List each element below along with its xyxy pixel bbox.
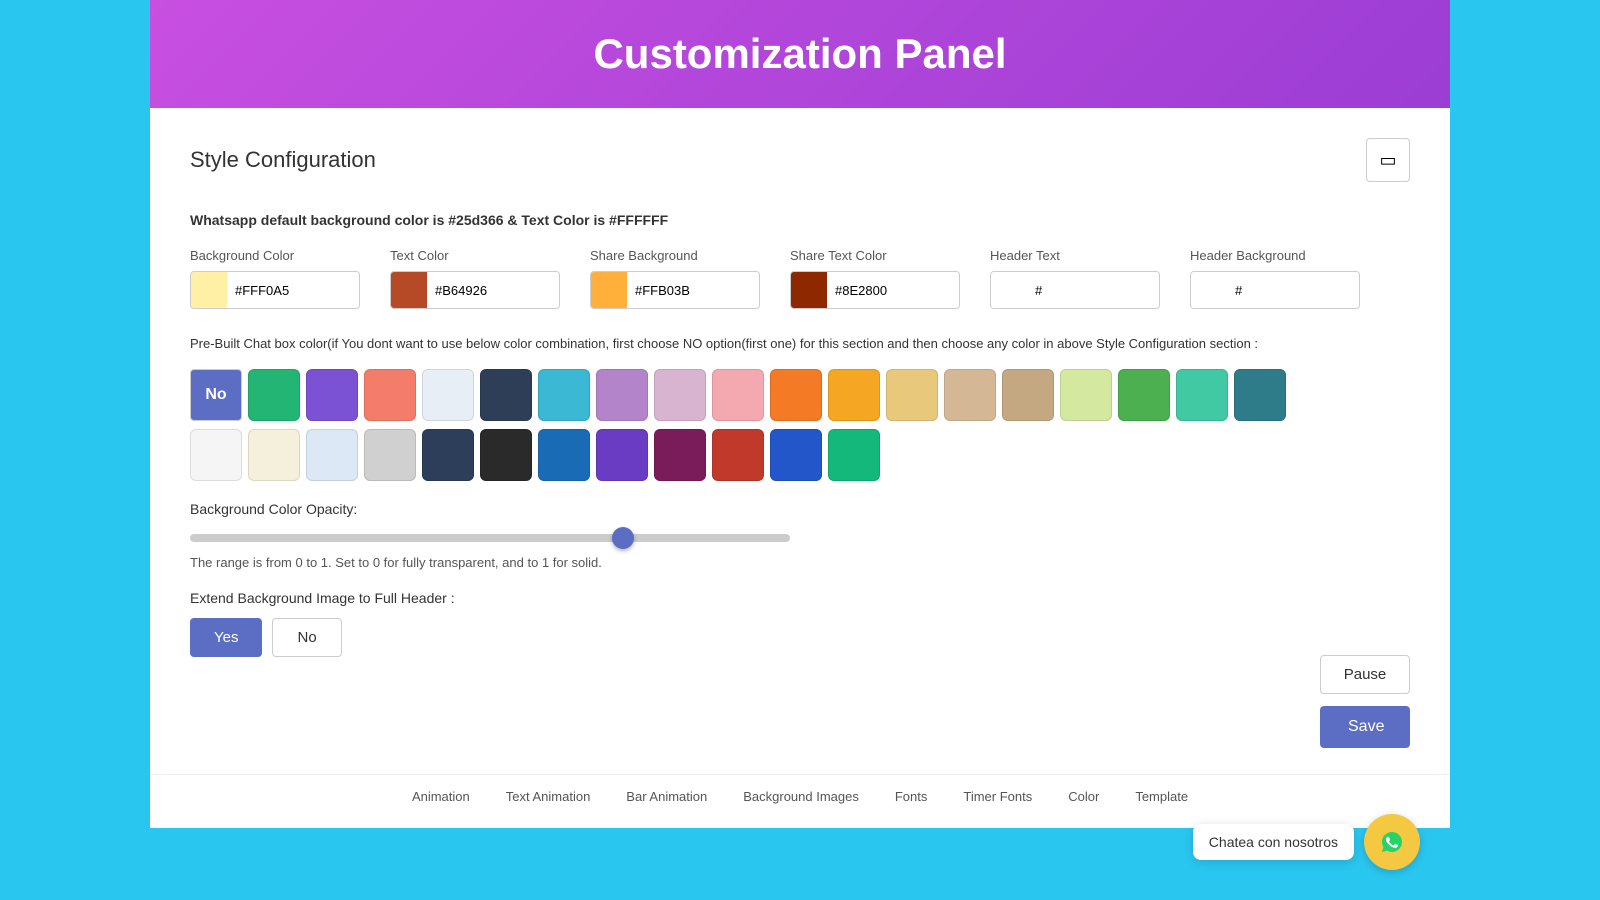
palette-btn-palette-row-2-7[interactable]	[596, 429, 648, 481]
palette-btn-palette-row-2-0[interactable]	[190, 429, 242, 481]
whatsapp-chat-widget: Chatea con nosotros	[1193, 814, 1420, 870]
color-input-wrapper-2	[590, 271, 760, 309]
header-banner: Customization Panel	[150, 0, 1450, 108]
bottom-nav-item-5[interactable]: Timer Fonts	[955, 785, 1040, 808]
palette-btn-palette-row-2-3[interactable]	[364, 429, 416, 481]
color-swatch-4[interactable]	[991, 272, 1027, 308]
palette-btn-palette-row-2-2[interactable]	[306, 429, 358, 481]
palette-btn-palette-row-1-18[interactable]	[1234, 369, 1286, 421]
color-field-label-0: Background Color	[190, 248, 360, 263]
main-panel: Style Configuration ▭ Whatsapp default b…	[150, 108, 1450, 828]
color-field-label-3: Share Text Color	[790, 248, 960, 263]
color-swatch-1[interactable]	[391, 272, 427, 308]
prebuilt-info: Pre-Built Chat box color(if You dont wan…	[190, 334, 1290, 354]
color-text-input-1[interactable]	[427, 272, 560, 308]
extend-section: Extend Background Image to Full Header :…	[190, 590, 1410, 657]
color-text-input-2[interactable]	[627, 272, 760, 308]
palette-btn-palette-row-1-10[interactable]	[770, 369, 822, 421]
color-field-group-0: Background Color	[190, 248, 360, 309]
color-text-input-0[interactable]	[227, 272, 360, 308]
palette-btn-palette-row-1-0[interactable]: No	[190, 369, 242, 421]
yes-button[interactable]: Yes	[190, 618, 262, 657]
color-text-input-4[interactable]	[1027, 272, 1160, 308]
palette-btn-palette-row-1-8[interactable]	[654, 369, 706, 421]
palette-row-2	[190, 429, 1410, 481]
color-input-wrapper-0	[190, 271, 360, 309]
opacity-label: Background Color Opacity:	[190, 501, 1410, 517]
opacity-section: Background Color Opacity: The range is f…	[190, 501, 1410, 570]
device-icon: ▭	[1379, 150, 1396, 171]
color-input-wrapper-3	[790, 271, 960, 309]
palette-btn-palette-row-1-4[interactable]	[422, 369, 474, 421]
bottom-nav-item-3[interactable]: Background Images	[735, 785, 867, 808]
palette-btn-palette-row-1-13[interactable]	[944, 369, 996, 421]
palette-btn-palette-row-2-5[interactable]	[480, 429, 532, 481]
color-field-label-4: Header Text	[990, 248, 1160, 263]
palette-btn-palette-row-2-9[interactable]	[712, 429, 764, 481]
color-field-group-1: Text Color	[390, 248, 560, 309]
color-swatch-0[interactable]	[191, 272, 227, 308]
whatsapp-info: Whatsapp default background color is #25…	[190, 212, 1410, 228]
palette-btn-palette-row-1-17[interactable]	[1176, 369, 1228, 421]
palette-btn-palette-row-2-4[interactable]	[422, 429, 474, 481]
bottom-nav-item-2[interactable]: Bar Animation	[618, 785, 715, 808]
no-button[interactable]: No	[272, 618, 341, 657]
palette-btn-palette-row-2-8[interactable]	[654, 429, 706, 481]
chat-bubble: Chatea con nosotros	[1193, 824, 1354, 860]
color-field-group-2: Share Background	[590, 248, 760, 309]
color-field-label-2: Share Background	[590, 248, 760, 263]
palette-btn-palette-row-1-1[interactable]	[248, 369, 300, 421]
palette-btn-palette-row-2-11[interactable]	[828, 429, 880, 481]
extend-label: Extend Background Image to Full Header :	[190, 590, 1410, 606]
palette-btn-palette-row-1-6[interactable]	[538, 369, 590, 421]
palette-btn-palette-row-1-11[interactable]	[828, 369, 880, 421]
palette-btn-palette-row-1-9[interactable]	[712, 369, 764, 421]
palette-btn-palette-row-2-10[interactable]	[770, 429, 822, 481]
palette-btn-palette-row-1-15[interactable]	[1060, 369, 1112, 421]
whatsapp-circle-button[interactable]	[1364, 814, 1420, 870]
palette-btn-palette-row-1-14[interactable]	[1002, 369, 1054, 421]
palette-btn-palette-row-1-16[interactable]	[1118, 369, 1170, 421]
palette-btn-palette-row-1-5[interactable]	[480, 369, 532, 421]
style-config-title: Style Configuration	[190, 147, 376, 173]
color-input-wrapper-4	[990, 271, 1160, 309]
yes-no-group: Yes No	[190, 618, 1410, 657]
bottom-nav-item-6[interactable]: Color	[1060, 785, 1107, 808]
page-title: Customization Panel	[170, 30, 1430, 78]
palette-btn-palette-row-1-2[interactable]	[306, 369, 358, 421]
palette-btn-palette-row-1-7[interactable]	[596, 369, 648, 421]
color-field-label-1: Text Color	[390, 248, 560, 263]
color-text-input-5[interactable]	[1227, 272, 1360, 308]
palette-btn-palette-row-1-3[interactable]	[364, 369, 416, 421]
color-fields-row: Background Color Text Color Share Backgrou…	[190, 248, 1410, 309]
color-swatch-2[interactable]	[591, 272, 627, 308]
style-config-header: Style Configuration ▭	[190, 138, 1410, 182]
palette-btn-palette-row-2-6[interactable]	[538, 429, 590, 481]
color-text-input-3[interactable]	[827, 272, 960, 308]
bottom-nav-item-4[interactable]: Fonts	[887, 785, 936, 808]
color-input-wrapper-5	[1190, 271, 1360, 309]
palette-btn-palette-row-1-12[interactable]	[886, 369, 938, 421]
sidebar-buttons: Pause Save	[1320, 655, 1410, 748]
color-field-group-3: Share Text Color	[790, 248, 960, 309]
color-swatch-3[interactable]	[791, 272, 827, 308]
opacity-slider[interactable]	[190, 534, 790, 542]
color-field-group-4: Header Text	[990, 248, 1160, 309]
bottom-nav-item-0[interactable]: Animation	[404, 785, 478, 808]
opacity-hint: The range is from 0 to 1. Set to 0 for f…	[190, 555, 1410, 570]
color-swatch-5[interactable]	[1191, 272, 1227, 308]
bottom-nav: Animation Text Animation Bar Animation Back…	[150, 774, 1450, 818]
pause-button[interactable]: Pause	[1320, 655, 1410, 694]
bottom-nav-item-1[interactable]: Text Animation	[498, 785, 599, 808]
palette-btn-palette-row-2-1[interactable]	[248, 429, 300, 481]
palette-row-1: No	[190, 369, 1410, 421]
color-input-wrapper-1	[390, 271, 560, 309]
color-field-group-5: Header Background	[1190, 248, 1360, 309]
save-button[interactable]: Save	[1320, 706, 1410, 748]
bottom-nav-item-7[interactable]: Template	[1127, 785, 1196, 808]
device-icon-button[interactable]: ▭	[1366, 138, 1410, 182]
color-field-label-5: Header Background	[1190, 248, 1360, 263]
